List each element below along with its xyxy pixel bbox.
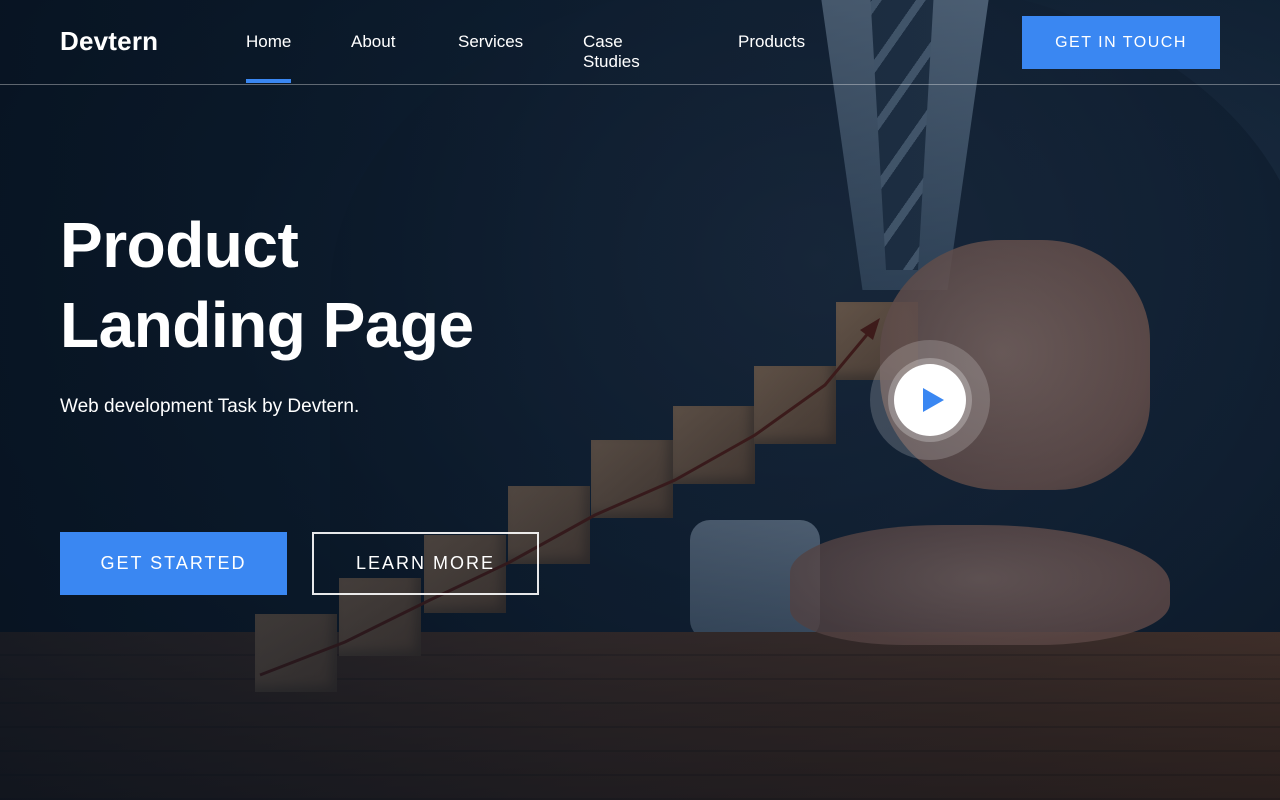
- nav-item-services[interactable]: Services: [458, 32, 523, 52]
- nav-item-case-studies[interactable]: Case Studies: [583, 32, 640, 72]
- nav-item-home[interactable]: Home: [246, 32, 292, 83]
- get-started-button[interactable]: GET STARTED: [60, 532, 287, 595]
- nav-item-label: Products: [738, 32, 806, 51]
- hero-subtitle: Web development Task by Devtern.: [60, 396, 360, 417]
- nav-item-label: Case Studies: [583, 32, 640, 71]
- nav-item-products[interactable]: Products: [738, 32, 805, 52]
- play-button-circle: [894, 364, 966, 436]
- video-play-button[interactable]: [870, 340, 990, 460]
- nav-item-label: Services: [458, 32, 524, 51]
- get-in-touch-button[interactable]: GET IN TOUCH: [1022, 16, 1220, 69]
- nav-item-label: About: [351, 32, 396, 51]
- nav-item-label: Home: [246, 32, 292, 51]
- hero-title-line-1: Product: [60, 209, 299, 281]
- brand-logo[interactable]: Devtern: [60, 26, 158, 57]
- play-icon: [923, 388, 944, 412]
- hero-title: Product Landing Page: [60, 205, 474, 365]
- active-nav-indicator: [246, 79, 292, 83]
- learn-more-button[interactable]: LEARN MORE: [312, 532, 539, 595]
- site-header: Devtern Home About Services Case Studies…: [0, 0, 1280, 85]
- nav-item-about[interactable]: About: [351, 32, 395, 52]
- hero-title-line-2: Landing Page: [60, 289, 474, 361]
